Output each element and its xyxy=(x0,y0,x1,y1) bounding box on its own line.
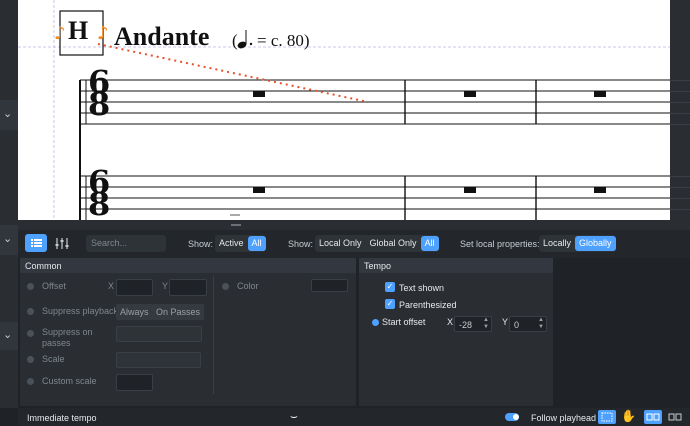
offset-label: Offset xyxy=(42,281,66,291)
stepper-arrows-icon[interactable]: ▲ ▼ xyxy=(538,317,544,331)
selection-rect-icon xyxy=(601,412,613,422)
hand-pan-icon[interactable]: ✋ xyxy=(621,409,636,423)
tempo-anchor-glyph-right: ♪ xyxy=(97,23,109,44)
status-text: Immediate tempo xyxy=(27,413,97,423)
start-offset-y-label: Y xyxy=(502,317,509,327)
show-active-option[interactable]: Active xyxy=(215,236,248,251)
tempo-panel-title: Tempo xyxy=(359,258,553,273)
suppress-on-passes-field[interactable] xyxy=(116,326,202,342)
show-all-option[interactable]: All xyxy=(247,236,266,251)
offset-y-label: Y xyxy=(162,281,169,291)
reset-dot[interactable] xyxy=(27,378,34,385)
tempo-panel: Tempo ✓ Text shown ✓ Parenthesized Start… xyxy=(359,258,553,406)
rehearsal-mark[interactable]: H xyxy=(68,16,88,46)
start-offset-y-value: 0 xyxy=(514,320,520,330)
chevron-down-icon[interactable]: ⌄ xyxy=(3,328,12,341)
continuous-view-icon xyxy=(668,413,682,421)
reset-dot[interactable] xyxy=(27,356,34,363)
page-view-icon xyxy=(646,413,660,421)
parenthesized-label: Parenthesized xyxy=(399,300,457,310)
tempo-anchor-glyph-left: ♪ xyxy=(54,23,66,44)
panel-splitter[interactable] xyxy=(18,220,690,230)
color-label: Color xyxy=(237,281,259,291)
custom-scale-label: Custom scale xyxy=(42,376,97,386)
show-label-1: Show: xyxy=(188,239,214,249)
show-filter-2: Local Only Global Only All xyxy=(315,235,439,252)
locally-option[interactable]: Locally xyxy=(539,236,575,251)
suppress-playback-label: Suppress playback xyxy=(42,306,119,316)
time-sig-bottom-2: 8 xyxy=(88,185,111,220)
reset-dot[interactable] xyxy=(27,330,34,337)
score-right-strip xyxy=(670,0,690,220)
list-icon xyxy=(31,239,42,247)
parenthesized-checkbox[interactable]: ✓ xyxy=(385,299,395,309)
suppress-on-passes-label: Suppress on passes xyxy=(42,327,93,348)
common-panel-title: Common xyxy=(20,258,356,273)
toggle-knob xyxy=(513,414,519,420)
reset-dot[interactable] xyxy=(27,283,34,290)
show-label-2: Show: xyxy=(288,239,314,249)
stepper-arrows-icon[interactable]: ▲ ▼ xyxy=(483,317,489,331)
filter-settings-button[interactable] xyxy=(51,234,73,252)
column-divider xyxy=(213,276,214,394)
start-offset-x-value: -28 xyxy=(459,320,473,330)
expand-panel-icon[interactable]: ⌣ xyxy=(290,409,298,424)
tempo-marking[interactable]: = c. 80) xyxy=(257,31,310,51)
left-gutter: ⌄ ⌄ ⌄ xyxy=(0,0,18,408)
status-bar: Immediate tempo ⌣ Follow playhead ✋ xyxy=(18,408,690,426)
scale-label: Scale xyxy=(42,354,65,364)
chevron-down-icon[interactable]: ⌄ xyxy=(3,232,12,245)
offset-y-field[interactable] xyxy=(169,279,207,296)
show-all-option-2[interactable]: All xyxy=(420,236,439,251)
reset-dot[interactable] xyxy=(222,283,229,290)
reset-dot[interactable] xyxy=(27,308,34,315)
custom-scale-field[interactable] xyxy=(116,374,153,391)
show-local-only-option[interactable]: Local Only xyxy=(315,236,366,251)
tempo-text[interactable]: Andante xyxy=(114,22,209,52)
tempo-open-paren: ( xyxy=(232,31,238,50)
set-local-filter: Locally Globally xyxy=(539,235,616,252)
select-mode-button[interactable] xyxy=(598,410,616,424)
start-offset-label: Start offset xyxy=(382,317,426,327)
scale-field[interactable] xyxy=(116,352,201,368)
offset-x-field[interactable] xyxy=(116,279,153,296)
set-local-label: Set local properties: xyxy=(460,239,540,249)
score-view[interactable]: ♪ H ♪ Andante ( = c. 80) 6 8 6 8 xyxy=(18,0,670,220)
list-view-button[interactable] xyxy=(25,234,47,252)
start-offset-reset-dot[interactable] xyxy=(372,319,379,326)
sliders-icon xyxy=(55,238,69,249)
show-global-only-option[interactable]: Global Only xyxy=(366,236,421,251)
text-shown-label: Text shown xyxy=(399,283,445,293)
chevron-down-icon[interactable]: ⌄ xyxy=(3,107,12,120)
start-offset-y-stepper[interactable]: 0 ▲ ▼ xyxy=(509,316,547,332)
time-sig-bottom-1: 8 xyxy=(88,85,111,123)
properties-toolbar: Search... Show: Active All Show: Local O… xyxy=(18,230,690,258)
common-panel: Common Offset X Y Color Suppress playbac… xyxy=(20,258,356,406)
start-offset-x-stepper[interactable]: -28 ▲ ▼ xyxy=(454,316,492,332)
splitter-handle[interactable] xyxy=(231,224,241,226)
text-shown-checkbox[interactable]: ✓ xyxy=(385,282,395,292)
follow-playhead-label: Follow playhead xyxy=(531,413,597,423)
search-input[interactable]: Search... xyxy=(86,235,166,252)
page-view-button[interactable] xyxy=(644,410,662,424)
globally-option[interactable]: Globally xyxy=(575,236,616,251)
suppress-on-passes-button[interactable]: On Passes xyxy=(152,304,205,320)
offset-x-label: X xyxy=(108,281,115,291)
color-swatch[interactable] xyxy=(311,279,348,292)
start-offset-x-label: X xyxy=(447,317,454,327)
suppress-always-button[interactable]: Always xyxy=(116,304,153,320)
show-filter-1: Active All xyxy=(215,235,266,252)
continuous-view-button[interactable] xyxy=(666,410,684,424)
